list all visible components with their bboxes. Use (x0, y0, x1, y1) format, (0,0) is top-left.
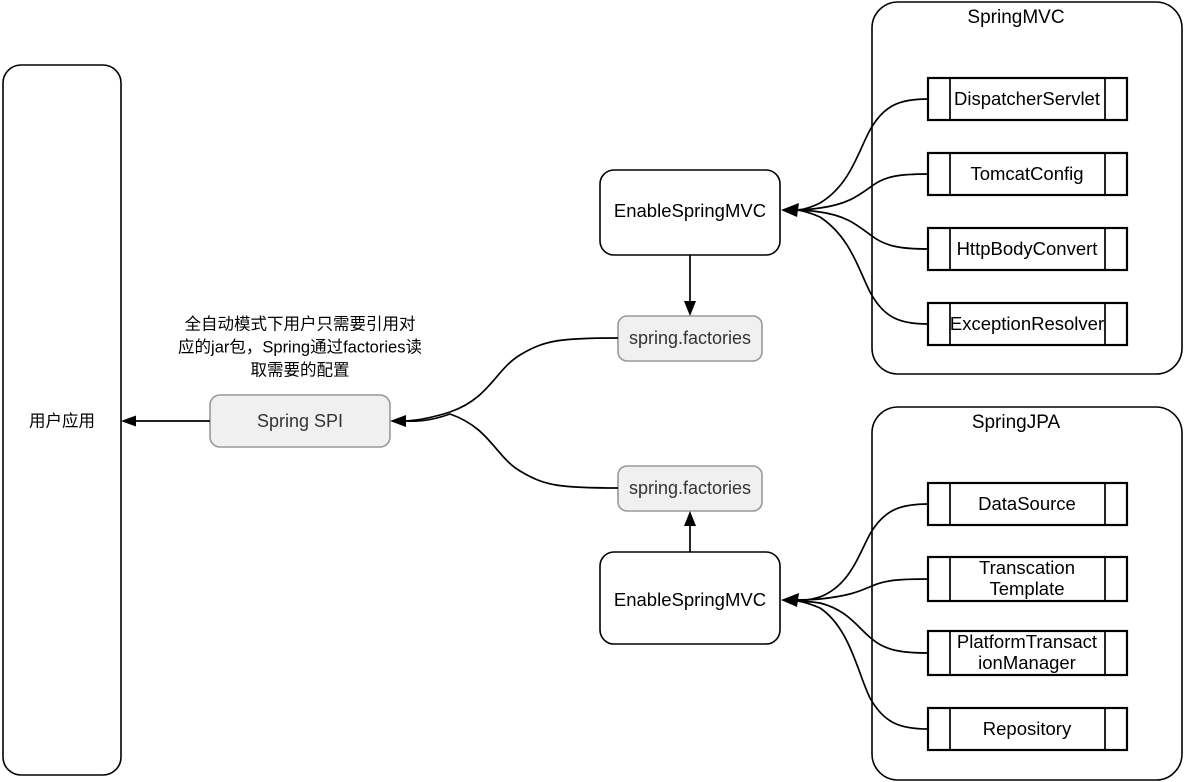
annotation-line-2: 应的jar包，Spring通过factories读 (178, 337, 422, 356)
module-exception-resolver-label: ExceptionResolver (950, 313, 1104, 334)
module-platform-transaction-manager[interactable]: PlatformTransact ionManager (926, 629, 1129, 677)
spring-jpa-container[interactable]: SpringJPA DataSource Transcation Templat… (871, 406, 1183, 781)
annotation-line-1: 全自动模式下用户只需要引用对 (185, 314, 416, 333)
user-application-node[interactable]: 用户应用 (2, 64, 122, 776)
arrowhead-to-spring-spi (390, 415, 406, 427)
arrowhead-up-to-factories-bottom (684, 511, 696, 526)
connector-spi-to-userapp (121, 415, 210, 427)
arrowhead-down-to-factories-top (684, 301, 696, 316)
module-http-body-convert[interactable]: HttpBodyConvert (926, 226, 1129, 272)
module-platform-transaction-manager-label-line1: PlatformTransact (957, 631, 1097, 652)
module-transaction-template-label-line2: Template (989, 578, 1064, 599)
enable-spring-mvc-top-label: EnableSpringMVC (614, 200, 766, 221)
module-tomcat-config[interactable]: TomcatConfig (926, 151, 1129, 197)
spring-mvc-container[interactable]: SpringMVC DispatcherServlet TomcatConfig… (871, 1, 1183, 375)
module-datasource[interactable]: DataSource (926, 481, 1129, 527)
enable-spring-mvc-bottom-label: EnableSpringMVC (614, 589, 766, 610)
spring-factories-bottom-label: spring.factories (629, 478, 751, 498)
module-tomcat-config-label: TomcatConfig (970, 163, 1083, 184)
connector-mvc-top-to-factories (684, 255, 696, 316)
connector-factories-to-spi (390, 337, 619, 489)
spring-mvc-container-title: SpringMVC (967, 7, 1064, 28)
module-exception-resolver[interactable]: ExceptionResolver (926, 301, 1129, 347)
annotation-note: 全自动模式下用户只需要引用对 应的jar包，Spring通过factories读… (178, 314, 422, 379)
module-repository[interactable]: Repository (926, 706, 1129, 752)
arrowhead-to-enable-mvc-top (781, 203, 799, 217)
module-http-body-convert-label: HttpBodyConvert (957, 238, 1098, 259)
arrowhead-to-userapp (121, 415, 136, 427)
spring-spi-node[interactable]: Spring SPI (209, 394, 391, 448)
module-platform-transaction-manager-label-line2: ionManager (978, 652, 1076, 673)
user-application-label: 用户应用 (29, 411, 95, 430)
module-repository-label: Repository (983, 718, 1072, 739)
module-dispatcher-servlet[interactable]: DispatcherServlet (926, 76, 1129, 122)
spring-jpa-container-title: SpringJPA (972, 412, 1061, 433)
spring-spi-label: Spring SPI (257, 411, 343, 431)
architecture-diagram: 用户应用 全自动模式下用户只需要引用对 应的jar包，Spring通过facto… (2, 1, 1183, 781)
arrowhead-to-enable-mvc-bottom (781, 593, 799, 607)
module-datasource-label: DataSource (978, 493, 1076, 514)
enable-spring-mvc-top-node[interactable]: EnableSpringMVC (599, 169, 781, 256)
module-transaction-template-label-line1: Transcation (979, 557, 1075, 578)
annotation-line-3: 取需要的配置 (251, 360, 350, 379)
connector-mvc-bottom-to-factories (684, 511, 696, 552)
diagram-root: 用户应用 全自动模式下用户只需要引用对 应的jar包，Spring通过facto… (0, 0, 1185, 782)
spring-factories-bottom-node[interactable]: spring.factories (617, 465, 763, 512)
spring-factories-top-node[interactable]: spring.factories (617, 315, 763, 362)
enable-spring-mvc-bottom-node[interactable]: EnableSpringMVC (599, 551, 781, 645)
module-dispatcher-servlet-label: DispatcherServlet (954, 88, 1100, 109)
module-transaction-template[interactable]: Transcation Template (926, 555, 1129, 603)
spring-factories-top-label: spring.factories (629, 328, 751, 348)
